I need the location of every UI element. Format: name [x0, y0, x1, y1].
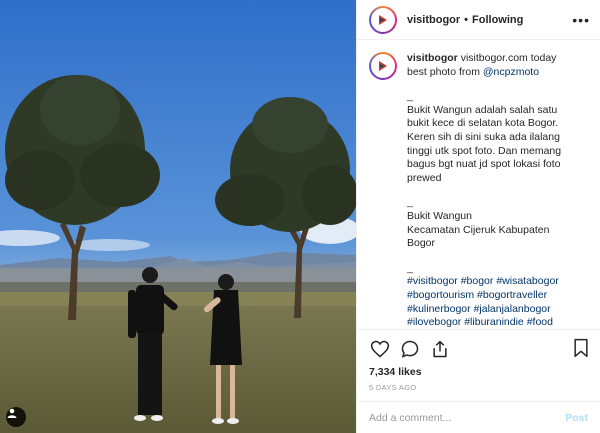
post-actions: 7,334 likes 5 DAYS AGO: [357, 329, 600, 401]
mention-link[interactable]: @ncpzmoto: [483, 66, 539, 78]
header-username[interactable]: visitbogor: [407, 14, 460, 26]
post-side-panel: visitbogor • Following ••• visitbogor vi…: [356, 0, 600, 433]
landscape-illustration: [0, 0, 356, 433]
action-icons: [369, 336, 588, 362]
hashtag-link[interactable]: #ilovebogor: [407, 316, 461, 328]
place-address: Kecamatan Cijeruk Kabupaten Bogor: [407, 223, 550, 250]
more-horizontal-icon[interactable]: •••: [572, 12, 590, 28]
caption-separator: _: [407, 90, 413, 103]
post-header: visitbogor • Following •••: [357, 0, 600, 40]
hashtag-link[interactable]: #bogor: [461, 275, 494, 287]
hashtag-link[interactable]: #kulinerbogor: [407, 303, 471, 315]
likes-count[interactable]: 7,334 likes: [369, 366, 588, 378]
comment-input[interactable]: Add a comment...: [369, 412, 565, 424]
visitbogor-logo-icon: [379, 61, 387, 71]
comment-icon[interactable]: [399, 338, 421, 360]
caption-username[interactable]: visitbogor: [407, 52, 458, 64]
avatar[interactable]: [369, 5, 397, 34]
hashtag-link[interactable]: #visitbogor: [407, 275, 458, 287]
caption-separator: _: [407, 196, 413, 209]
header-user: visitbogor • Following: [407, 14, 523, 26]
instagram-post: visitbogor • Following ••• visitbogor vi…: [0, 0, 600, 433]
visitbogor-logo-icon: [379, 14, 387, 25]
hashtag-link[interactable]: #bogortraveller: [477, 289, 547, 301]
hashtag-link[interactable]: #jalanjalanbogor: [474, 303, 551, 315]
following-button[interactable]: Following: [472, 14, 523, 26]
share-icon[interactable]: [429, 338, 451, 360]
place-name: Bukit Wangun: [407, 209, 472, 222]
hashtag-link[interactable]: #liburanindie: [464, 316, 524, 328]
heart-icon[interactable]: [369, 338, 391, 360]
post-date: 5 DAYS AGO: [369, 383, 417, 392]
post-comment-button[interactable]: Post: [565, 412, 588, 424]
hashtag-link[interactable]: #bogortourism: [407, 289, 474, 301]
bookmark-icon[interactable]: [572, 338, 590, 361]
caption-paragraph: Bukit Wangun adalah salah satu bukit kec…: [407, 103, 562, 184]
hashtag-link[interactable]: #wisatabogor: [496, 275, 558, 287]
caption-area: visitbogor visitbogor.com today best pho…: [357, 40, 600, 329]
caption-text: visitbogor visitbogor.com today best pho…: [407, 52, 577, 329]
caption-avatar[interactable]: [369, 52, 397, 80]
hashtag-link[interactable]: #food: [527, 316, 553, 328]
caption-separator: _: [407, 261, 413, 274]
comment-bar: Add a comment... Post: [357, 401, 600, 433]
tagged-user-icon[interactable]: [6, 407, 26, 427]
header-separator: •: [464, 13, 469, 26]
hashtag-list: #visitbogor #bogor #wisatabogor #bogorto…: [407, 275, 577, 329]
post-photo[interactable]: [0, 0, 356, 433]
